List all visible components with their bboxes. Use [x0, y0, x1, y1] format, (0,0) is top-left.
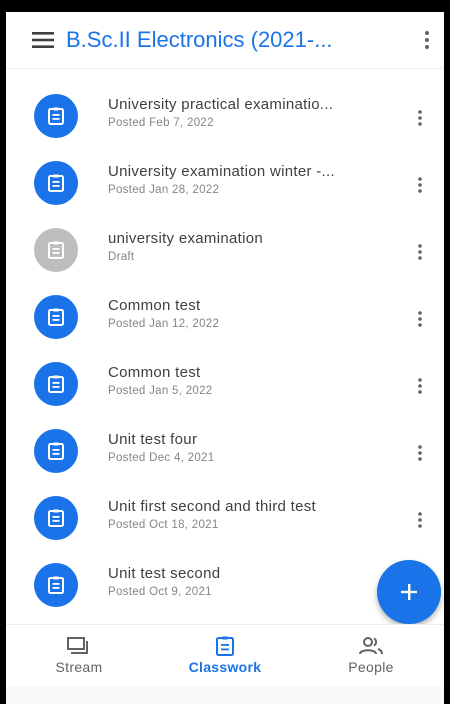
assignment-title: University examination winter -...	[108, 163, 335, 180]
more-vert-icon	[418, 378, 422, 394]
assignment-draft-icon	[34, 228, 78, 272]
create-fab-button[interactable]	[377, 560, 441, 624]
more-vert-icon	[418, 445, 422, 461]
assignment-item[interactable]: University examination winter -... Poste…	[6, 153, 444, 220]
assignment-icon	[34, 362, 78, 406]
assignment-icon	[34, 94, 78, 138]
item-more-button[interactable]	[408, 437, 432, 469]
assignment-posted-date: Posted Jan 5, 2022	[108, 385, 213, 397]
item-more-button[interactable]	[408, 236, 432, 268]
assignment-status: Draft	[108, 251, 135, 263]
stream-icon	[67, 637, 88, 654]
more-vert-icon	[418, 311, 422, 327]
assignment-title: Common test	[108, 364, 201, 381]
assignment-title: Common test	[108, 297, 201, 314]
assignment-posted-date: Posted Jan 28, 2022	[108, 184, 220, 196]
more-vert-icon	[418, 177, 422, 193]
assignment-title: University practical examinatio...	[108, 96, 334, 113]
hamburger-menu-icon	[32, 32, 54, 48]
phone-screen: B.Sc.II Electronics (2021-... University…	[6, 12, 444, 704]
assignment-title: Unit test four	[108, 431, 198, 448]
more-vert-icon	[418, 244, 422, 260]
nav-stream[interactable]: Stream	[6, 625, 152, 687]
menu-button[interactable]	[20, 12, 66, 68]
assignment-icon	[34, 496, 78, 540]
people-icon	[359, 637, 383, 655]
app-bar: B.Sc.II Electronics (2021-...	[6, 12, 444, 69]
assignment-posted-date: Posted Jan 12, 2022	[108, 318, 220, 330]
assignment-icon	[34, 161, 78, 205]
assignment-item[interactable]: Common test Posted Jan 5, 2022	[6, 354, 444, 421]
assignment-icon	[34, 429, 78, 473]
assignment-title: Unit first second and third test	[108, 498, 317, 515]
appbar-more-button[interactable]	[410, 12, 444, 68]
assignment-icon	[34, 563, 78, 607]
assignment-item-draft[interactable]: university examination Draft	[6, 220, 444, 287]
nav-people[interactable]: People	[298, 625, 444, 687]
assignment-posted-date: Posted Oct 9, 2021	[108, 586, 212, 598]
item-more-button[interactable]	[408, 102, 432, 134]
assignment-posted-date: Posted Dec 4, 2021	[108, 452, 215, 464]
item-more-button[interactable]	[408, 370, 432, 402]
more-vert-icon	[425, 31, 429, 49]
item-more-button[interactable]	[408, 303, 432, 335]
item-more-button[interactable]	[408, 504, 432, 536]
assignment-item[interactable]: Common test Posted Jan 12, 2022	[6, 287, 444, 354]
assignment-item[interactable]: Unit first second and third test Posted …	[6, 488, 444, 555]
assignment-posted-date: Posted Feb 7, 2022	[108, 117, 214, 129]
class-title: B.Sc.II Electronics (2021-...	[66, 27, 333, 52]
plus-icon	[401, 584, 417, 600]
assignment-item[interactable]: University practical examinatio... Poste…	[6, 86, 444, 153]
assignment-icon	[34, 295, 78, 339]
assignment-title: Unit test second	[108, 565, 221, 582]
assignment-list: University practical examinatio... Poste…	[6, 86, 444, 622]
assignment-posted-date: Posted Oct 18, 2021	[108, 519, 219, 531]
nav-stream-label: Stream	[55, 659, 103, 675]
more-vert-icon	[418, 110, 422, 126]
nav-classwork[interactable]: Classwork	[152, 625, 298, 687]
assignment-item[interactable]: Unit test four Posted Dec 4, 2021	[6, 421, 444, 488]
item-more-button[interactable]	[408, 169, 432, 201]
nav-classwork-label: Classwork	[188, 659, 262, 675]
system-gesture-bar	[6, 686, 444, 704]
classwork-icon	[216, 636, 234, 656]
nav-people-label: People	[348, 659, 394, 675]
assignment-title: university examination	[108, 230, 264, 247]
bottom-navigation: Stream Classwork People	[6, 624, 444, 687]
more-vert-icon	[418, 512, 422, 528]
